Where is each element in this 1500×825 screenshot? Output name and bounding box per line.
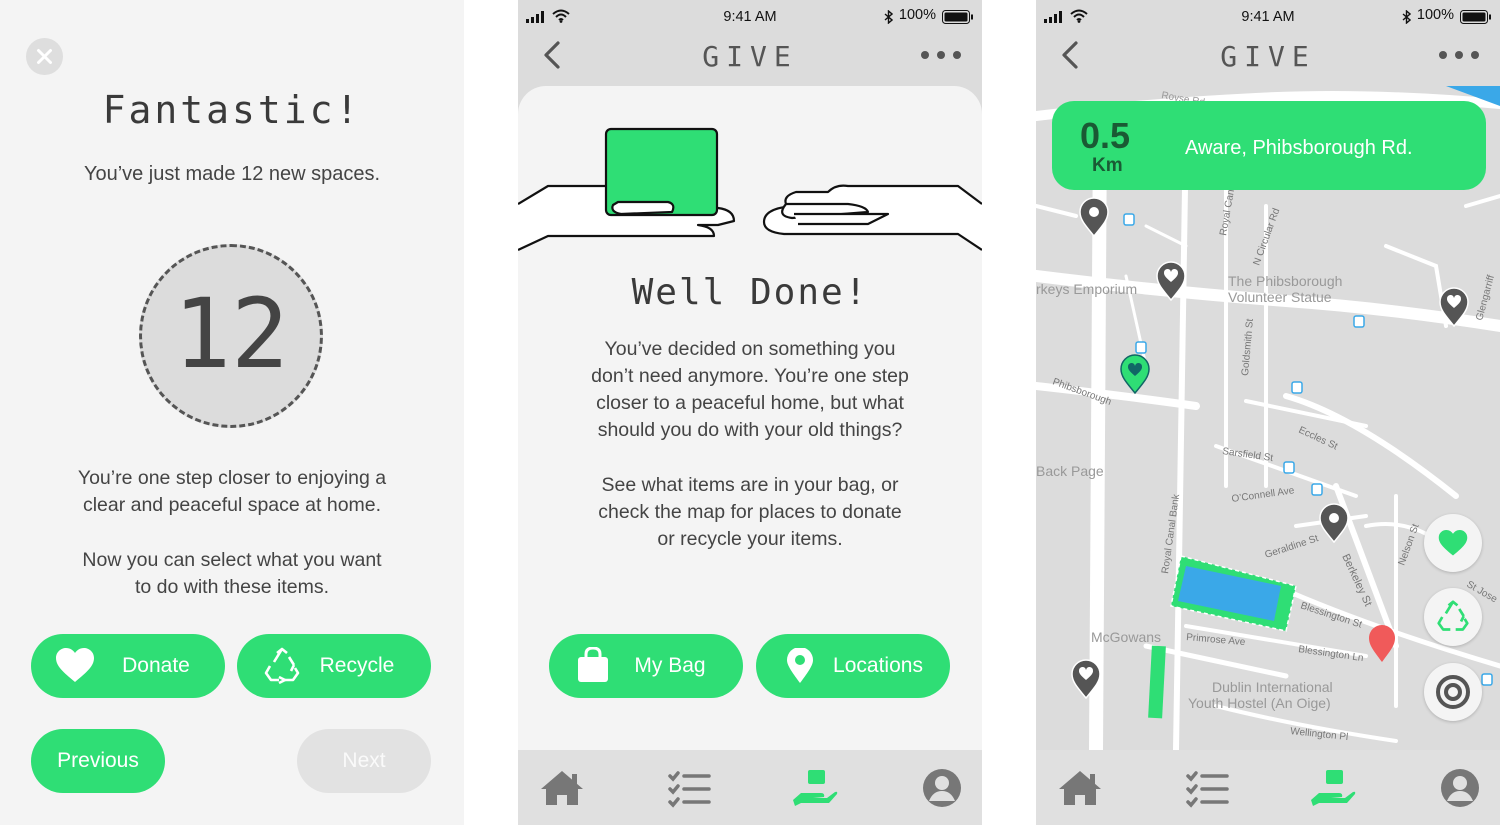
tab-bar bbox=[518, 750, 982, 825]
close-icon bbox=[37, 49, 52, 64]
checklist-icon[interactable] bbox=[1183, 768, 1231, 808]
map-label: McGowans bbox=[1091, 629, 1161, 645]
recycle-label: Recycle bbox=[319, 654, 395, 677]
success-screen: Fantastic! You’ve just made 12 new space… bbox=[0, 0, 464, 825]
distance-value: 0.5 bbox=[1080, 115, 1131, 156]
encouragement-line: clear and peaceful space at home. bbox=[82, 494, 382, 516]
home-icon[interactable] bbox=[538, 768, 586, 808]
bluetooth-icon bbox=[1402, 10, 1411, 24]
nav-bar: GIVE bbox=[518, 34, 982, 86]
map-screen: 9:41 AM 100% Royse Rd Royal Canal N Circ… bbox=[1036, 0, 1500, 825]
destination-card[interactable]: 0.5 Km Aware, Phibsborough Rd. bbox=[1052, 101, 1486, 190]
well-done-screen: 9:41 AM 100% GIVE Well Done! You’ve deci… bbox=[518, 0, 982, 825]
decision-line: closer to a peaceful home, but what bbox=[596, 392, 904, 414]
content-card: Well Done! You’ve decided on something y… bbox=[518, 86, 982, 750]
previous-button[interactable]: Previous bbox=[31, 729, 165, 793]
profile-icon[interactable] bbox=[1436, 768, 1484, 808]
map-label: The Phibsborough bbox=[1228, 273, 1342, 289]
options-line: or recycle your items. bbox=[657, 528, 843, 550]
map-label: Back Page bbox=[1036, 463, 1104, 479]
distance-unit: Km bbox=[1092, 155, 1123, 176]
battery-percent: 100% bbox=[898, 7, 936, 23]
map-label: rkeys Emporium bbox=[1036, 281, 1137, 297]
success-title: Fantastic! bbox=[102, 88, 362, 132]
encouragement-line: You’re one step closer to enjoying a bbox=[77, 467, 387, 489]
battery-icon bbox=[1460, 10, 1491, 24]
nav-bar: GIVE bbox=[1036, 34, 1500, 86]
success-subtitle: You’ve just made 12 new spaces. bbox=[83, 163, 381, 185]
nav-title: GIVE bbox=[1220, 40, 1316, 73]
target-icon bbox=[1436, 675, 1470, 709]
destination-name: Aware, Phibsborough Rd. bbox=[1185, 137, 1413, 159]
recycle-icon bbox=[264, 647, 300, 685]
home-icon[interactable] bbox=[1056, 768, 1104, 808]
more-icon[interactable] bbox=[1438, 50, 1480, 60]
next-button[interactable]: Next bbox=[297, 729, 431, 793]
well-done-heading: Well Done! bbox=[631, 272, 869, 313]
heart-icon bbox=[1438, 530, 1468, 556]
status-bar: 9:41 AM 100% bbox=[1036, 0, 1500, 34]
locations-label: Locations bbox=[833, 654, 923, 677]
decision-text: You’ve decided on something you don’t ne… bbox=[518, 336, 982, 444]
instruction-text: Now you can select what you want to do w… bbox=[0, 547, 464, 601]
nav-title: GIVE bbox=[702, 40, 798, 73]
more-icon[interactable] bbox=[920, 50, 962, 60]
status-bar: 9:41 AM 100% bbox=[518, 0, 982, 34]
decision-line: You’ve decided on something you bbox=[604, 338, 896, 360]
my-bag-button[interactable]: My Bag bbox=[549, 634, 743, 698]
map-label: Volunteer Statue bbox=[1228, 289, 1332, 305]
options-line: check the map for places to donate bbox=[598, 501, 902, 523]
location-pin-icon bbox=[787, 648, 813, 683]
options-line: See what items are in your bag, or bbox=[601, 474, 899, 496]
map-label: Dublin International bbox=[1212, 679, 1333, 695]
heart-icon bbox=[56, 648, 94, 682]
donate-label: Donate bbox=[122, 654, 190, 677]
battery-percent: 100% bbox=[1416, 7, 1454, 23]
encouragement-text: You’re one step closer to enjoying a cle… bbox=[0, 465, 464, 519]
recycle-icon bbox=[1437, 600, 1469, 631]
recycle-button[interactable]: Recycle bbox=[237, 634, 431, 698]
count-value: 12 bbox=[173, 278, 289, 390]
options-text: See what items are in your bag, or check… bbox=[518, 472, 982, 553]
give-hand-icon[interactable] bbox=[1309, 768, 1357, 808]
give-hand-icon[interactable] bbox=[791, 768, 839, 808]
checklist-icon[interactable] bbox=[665, 768, 713, 808]
map-label: Youth Hostel (An Oige) bbox=[1188, 695, 1331, 711]
locations-button[interactable]: Locations bbox=[756, 634, 950, 698]
donate-button[interactable]: Donate bbox=[31, 634, 225, 698]
recenter-button[interactable] bbox=[1424, 663, 1482, 721]
filter-recycle-button[interactable] bbox=[1424, 588, 1482, 646]
decision-line: don’t need anymore. You’re one step bbox=[591, 365, 909, 387]
tab-bar bbox=[1036, 750, 1500, 825]
bag-icon bbox=[578, 647, 608, 682]
decision-line: should you do with your old things? bbox=[597, 419, 903, 441]
instruction-line: to do with these items. bbox=[134, 576, 329, 598]
my-bag-label: My Bag bbox=[634, 654, 706, 677]
previous-label: Previous bbox=[57, 749, 139, 772]
bluetooth-icon bbox=[884, 10, 893, 24]
instruction-line: Now you can select what you want bbox=[82, 549, 382, 571]
next-label: Next bbox=[342, 749, 386, 772]
filter-donate-button[interactable] bbox=[1424, 514, 1482, 572]
close-button[interactable] bbox=[26, 38, 63, 75]
count-badge: 12 bbox=[139, 244, 323, 428]
battery-icon bbox=[942, 10, 973, 24]
giving-hands-illustration bbox=[518, 127, 982, 251]
profile-icon[interactable] bbox=[918, 768, 966, 808]
